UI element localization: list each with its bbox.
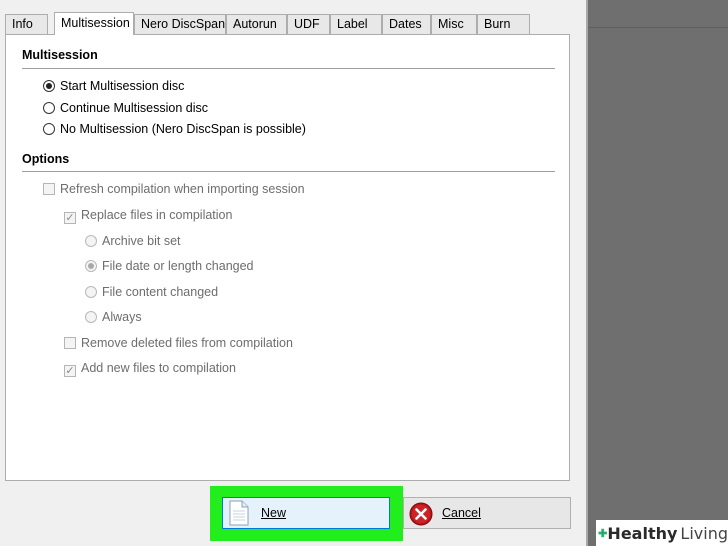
- watermark-text-1: Healthy: [607, 523, 678, 543]
- tab-bar: Info Multisession Nero DiscSpan Autorun …: [5, 12, 565, 35]
- checkbox-label: Remove deleted files from compilation: [81, 336, 293, 350]
- multisession-group-title: Multisession: [22, 48, 98, 62]
- radio-selected-indicator: [85, 260, 97, 272]
- radio-indicator: [85, 311, 97, 323]
- checkbox-replace-files[interactable]: ✓ Replace files in compilation: [64, 206, 232, 224]
- radio-indicator: [85, 235, 97, 247]
- watermark-text-2: Living: [680, 523, 728, 543]
- radio-archive-bit[interactable]: Archive bit set: [85, 232, 181, 250]
- cancel-button-label: Cancel: [442, 506, 481, 520]
- checkbox-checked-box: ✓: [64, 212, 76, 224]
- radio-no-multisession[interactable]: No Multisession (Nero DiscSpan is possib…: [43, 120, 306, 138]
- tab-label[interactable]: Label: [330, 14, 382, 34]
- tab-udf[interactable]: UDF: [287, 14, 330, 34]
- checkbox-box: [43, 183, 55, 195]
- checkbox-checked-box: ✓: [64, 365, 76, 377]
- checkbox-label: Refresh compilation when importing sessi…: [60, 182, 305, 196]
- radio-label: No Multisession (Nero DiscSpan is possib…: [60, 122, 306, 136]
- radio-indicator: [43, 102, 55, 114]
- checkbox-remove-deleted[interactable]: Remove deleted files from compilation: [64, 334, 293, 352]
- radio-continue-multisession[interactable]: Continue Multisession disc: [43, 99, 208, 117]
- cancel-x-icon: [409, 502, 433, 526]
- tab-multisession[interactable]: Multisession: [54, 12, 134, 35]
- checkbox-box: [64, 337, 76, 349]
- radio-file-content-changed[interactable]: File content changed: [85, 283, 218, 301]
- background-area: [588, 0, 728, 546]
- radio-start-multisession[interactable]: Start Multisession disc: [43, 77, 184, 95]
- radio-selected-indicator: [43, 80, 55, 92]
- radio-label: Archive bit set: [102, 234, 181, 248]
- radio-indicator: [85, 286, 97, 298]
- new-document-icon: [229, 500, 249, 526]
- radio-indicator: [43, 123, 55, 135]
- new-button-label: New: [261, 506, 287, 520]
- checkbox-add-new-files[interactable]: ✓ Add new files to compilation: [64, 359, 236, 377]
- options-group-title: Options: [22, 152, 70, 166]
- checkbox-label: Replace files in compilation: [81, 208, 233, 222]
- radio-file-date-changed[interactable]: File date or length changed: [85, 257, 254, 275]
- tab-autorun[interactable]: Autorun: [226, 14, 287, 34]
- background-line: [588, 27, 728, 28]
- radio-label: Start Multisession disc: [60, 79, 185, 93]
- new-button[interactable]: New: [222, 497, 390, 529]
- radio-label: File content changed: [102, 285, 219, 299]
- tab-misc[interactable]: Misc: [431, 14, 477, 34]
- radio-always[interactable]: Always: [85, 308, 142, 326]
- checkbox-label: Add new files to compilation: [81, 361, 236, 375]
- cross-logo-icon: [598, 528, 607, 538]
- radio-label: Continue Multisession disc: [60, 101, 208, 115]
- cancel-button[interactable]: Cancel: [403, 497, 571, 529]
- checkbox-refresh-compilation[interactable]: Refresh compilation when importing sessi…: [43, 180, 305, 198]
- options-divider: [22, 171, 555, 172]
- radio-label: File date or length changed: [102, 259, 254, 273]
- radio-label: Always: [102, 310, 142, 324]
- tab-nero-discspan[interactable]: Nero DiscSpan: [134, 14, 226, 34]
- tab-panel: Multisession Start Multisession disc Con…: [5, 34, 570, 481]
- dialog-window: Info Multisession Nero DiscSpan Autorun …: [0, 0, 586, 546]
- tab-dates[interactable]: Dates: [382, 14, 431, 34]
- multisession-divider: [22, 68, 555, 69]
- tab-info[interactable]: Info: [5, 14, 48, 34]
- tab-burn[interactable]: Burn: [477, 14, 530, 34]
- watermark: Healthy Living: [596, 520, 728, 546]
